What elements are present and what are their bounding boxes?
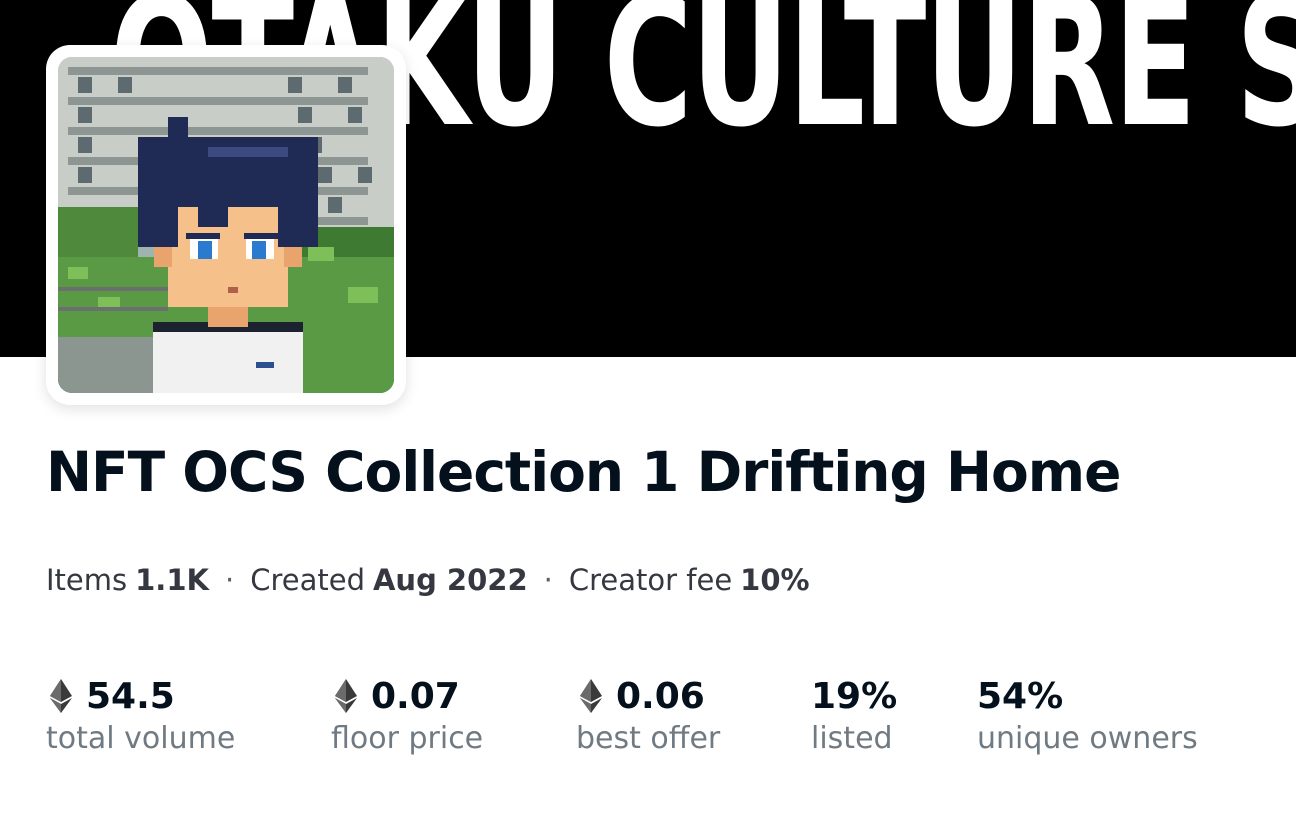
stat-unique-owners[interactable]: 54% unique owners — [977, 673, 1198, 757]
stat-value: 54% — [977, 675, 1064, 717]
meta-separator: · — [224, 563, 235, 597]
ethereum-icon — [50, 679, 72, 713]
stat-label: best offer — [576, 721, 721, 756]
meta-created-label: Created — [250, 563, 365, 597]
meta-creator-fee-value: 10% — [740, 563, 810, 597]
stat-label: listed — [811, 721, 893, 756]
stat-label: total volume — [46, 721, 236, 756]
avatar-image — [58, 57, 394, 393]
stat-value: 54.5 — [86, 675, 175, 717]
collection-title: NFT OCS Collection 1 Drifting Home — [46, 440, 1121, 504]
stat-total-volume[interactable]: 54.5 total volume — [46, 673, 236, 757]
stat-label: floor price — [331, 721, 484, 756]
stat-floor-price[interactable]: 0.07 floor price — [331, 673, 484, 757]
meta-items-value: 1.1K — [135, 563, 209, 597]
stat-value: 0.06 — [616, 675, 705, 717]
stat-label: unique owners — [977, 721, 1198, 756]
meta-items-label: Items — [46, 563, 128, 597]
ethereum-icon — [580, 679, 602, 713]
meta-creator-fee-label[interactable]: Creator fee — [569, 563, 732, 597]
stat-listed[interactable]: 19% listed — [811, 673, 898, 757]
meta-created-value: Aug 2022 — [372, 563, 528, 597]
meta-separator: · — [543, 563, 553, 597]
collection-meta: Items 1.1K · Created Aug 2022 · Creator … — [46, 563, 810, 597]
ethereum-icon — [335, 679, 357, 713]
stat-value: 19% — [811, 675, 898, 717]
stat-best-offer[interactable]: 0.06 best offer — [576, 673, 721, 757]
collection-avatar[interactable] — [46, 45, 406, 405]
collection-page: OTAKU CULTURE S NFT OCS Collection 1 Dri… — [0, 0, 1296, 816]
stat-value: 0.07 — [371, 675, 460, 717]
